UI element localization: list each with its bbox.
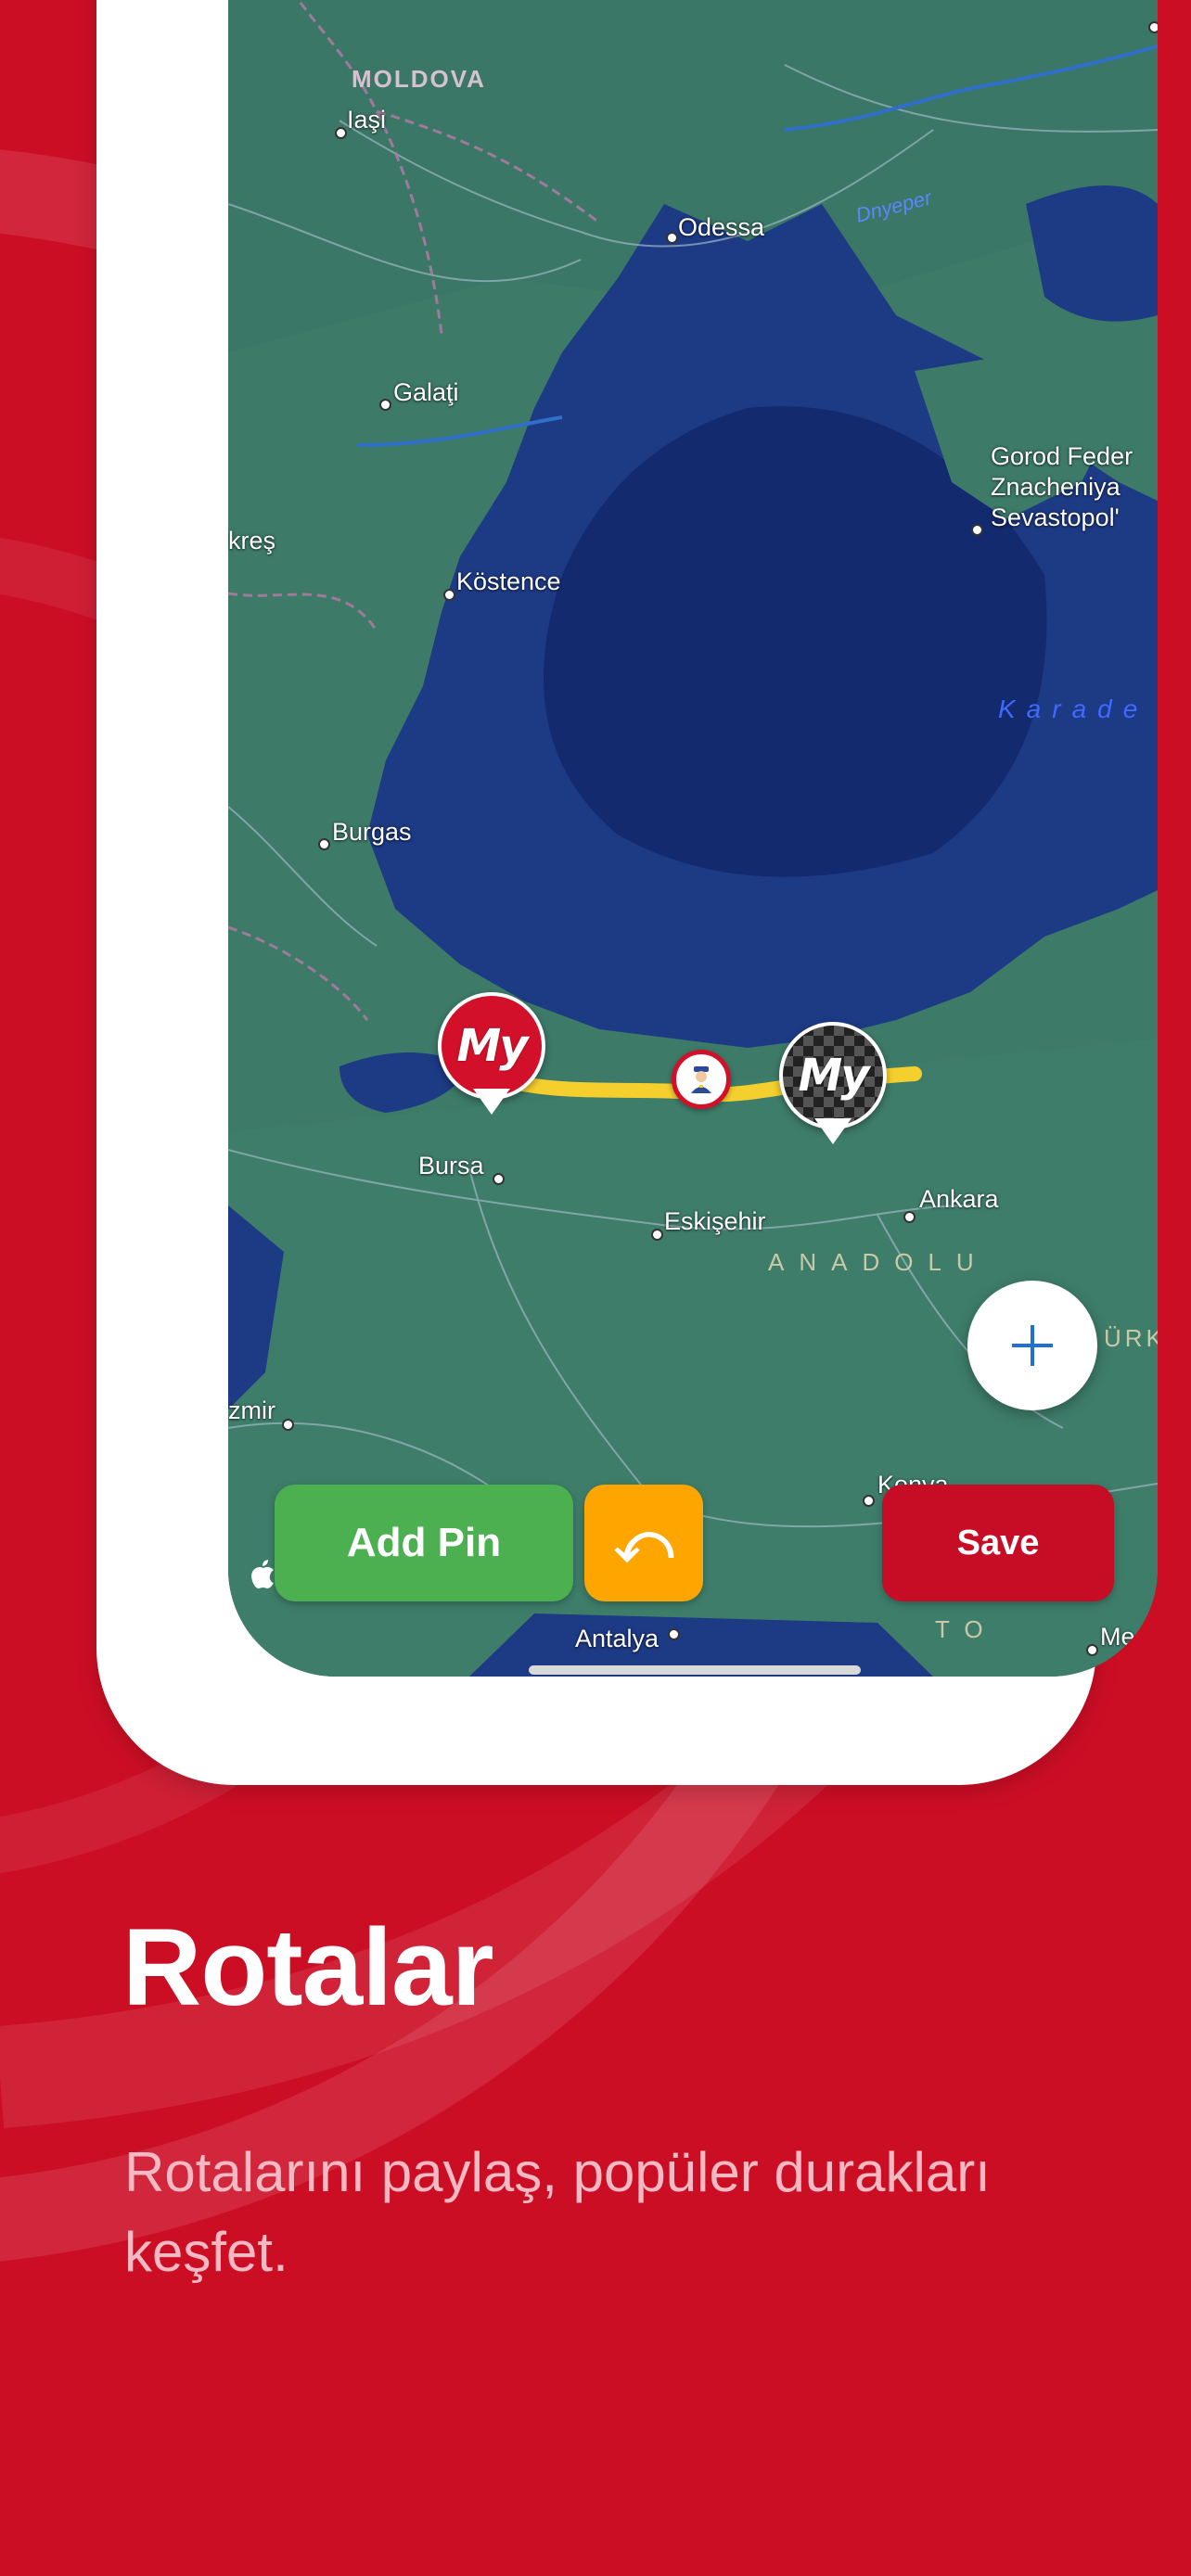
- map-label-constanta: Köstence: [456, 567, 561, 595]
- city-dot-izmir: [282, 1419, 294, 1431]
- apple-maps-logo-icon: [251, 1560, 274, 1588]
- map-label-galati: Galaţi: [393, 378, 459, 406]
- route-finish-pin[interactable]: My: [779, 1022, 887, 1152]
- route-start-pin[interactable]: My: [438, 992, 545, 1122]
- page-subtitle: Rotalarını paylaş, popüler durakları keş…: [124, 2141, 991, 2283]
- city-dot-iasi: [335, 127, 347, 139]
- city-dot-bursa: [493, 1173, 505, 1185]
- map-label-black-sea: Karade: [998, 695, 1149, 723]
- start-pin-tail: [473, 1089, 510, 1115]
- city-dot-antalya: [668, 1628, 680, 1640]
- finish-pin-head: My: [779, 1022, 887, 1129]
- map-label-eskisehir: Eskişehir: [664, 1207, 766, 1235]
- city-dot-burgas: [318, 838, 330, 850]
- zoom-add-button[interactable]: [967, 1281, 1097, 1410]
- city-dot-ankara: [903, 1211, 916, 1223]
- map-label-antalya: Antalya: [575, 1625, 660, 1652]
- map-label-bucharest: kreş: [228, 527, 276, 555]
- map-label-sevastopol: Gorod Feder Znacheniya Sevastopol': [991, 442, 1133, 531]
- start-pin-logo: My: [456, 1020, 528, 1072]
- city-dot-constanta: [443, 589, 455, 601]
- finish-pin-tail: [814, 1118, 852, 1144]
- city-dot-mersin: [1086, 1644, 1098, 1656]
- police-officer-icon: [691, 1066, 711, 1093]
- page-title: Rotalar: [122, 1906, 494, 2029]
- map-label-mersin: Me: [1100, 1623, 1135, 1651]
- finish-pin-logo: My: [798, 1050, 869, 1102]
- city-dot-galati: [379, 399, 391, 411]
- map-screen[interactable]: MOLDOVA Iaşi Odessa Dnyeper Galaţi Gorod…: [228, 0, 1158, 1677]
- home-indicator[interactable]: [529, 1665, 861, 1675]
- map-label-izmir: zmir: [228, 1396, 275, 1424]
- add-pin-button[interactable]: Add Pin: [275, 1485, 573, 1601]
- save-button[interactable]: Save: [882, 1485, 1114, 1601]
- map-label-iasi: Iaşi: [347, 106, 387, 134]
- waypoint-marker[interactable]: [672, 1050, 731, 1109]
- start-pin-head: My: [438, 992, 545, 1100]
- city-dot-odessa: [666, 232, 678, 244]
- map-label-ankara: Ankara: [919, 1185, 999, 1213]
- phone-frame: MOLDOVA Iaşi Odessa Dnyeper Galaţi Gorod…: [96, 0, 1158, 1785]
- undo-button[interactable]: ⤺: [584, 1485, 703, 1601]
- map-label-toros: TO: [935, 1615, 998, 1643]
- city-dot-konya: [863, 1495, 875, 1507]
- city-dot-sevastopol: [971, 524, 983, 536]
- city-dot-eskisehir: [651, 1229, 663, 1241]
- map-label-moldova: MOLDOVA: [352, 65, 486, 93]
- map-label-turkey: ÜRK: [1104, 1324, 1158, 1352]
- map-label-bursa: Bursa: [418, 1152, 484, 1180]
- plus-icon: [1012, 1325, 1053, 1366]
- map-label-odessa: Odessa: [678, 213, 765, 241]
- map-label-anatolia: ANADOLU: [768, 1248, 989, 1276]
- city-dot-edge: [1148, 21, 1158, 33]
- undo-icon: ⤺: [613, 1511, 674, 1574]
- map-label-burgas: Burgas: [332, 818, 412, 846]
